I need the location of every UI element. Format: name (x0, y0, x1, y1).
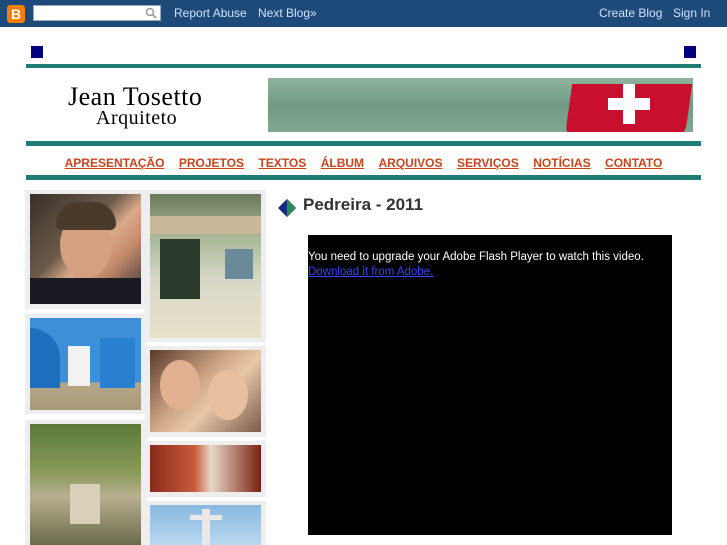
menu-textos[interactable]: TEXTOS (258, 152, 306, 174)
post-title[interactable]: Pedreira - 2011 (303, 195, 423, 215)
menu-noticias[interactable]: NOTÍCIAS (533, 152, 590, 174)
create-blog-link[interactable]: Create Blog (599, 6, 662, 20)
statue-photo-frame (145, 501, 266, 545)
menu-contato[interactable]: CONTATO (605, 152, 662, 174)
house-photo[interactable] (150, 194, 261, 338)
interior-photo[interactable] (150, 445, 261, 492)
building-photo-frame (25, 314, 147, 414)
profile-photo-frame (25, 190, 147, 309)
menu-servicos[interactable]: SERVIÇOS (457, 152, 519, 174)
menu-projetos[interactable]: PROJETOS (179, 152, 244, 174)
search-icon[interactable] (145, 7, 157, 19)
corner-square-left (31, 46, 43, 58)
house-photo-frame (145, 190, 266, 342)
profile-photo[interactable] (30, 194, 141, 304)
corner-square-right (684, 46, 696, 58)
search-input[interactable] (33, 5, 161, 21)
sign-in-link[interactable]: Sign In (673, 6, 710, 20)
site-subtitle: Arquiteto (96, 107, 178, 129)
menu-arquivos[interactable]: ARQUIVOS (379, 152, 443, 174)
interior-photo-frame (145, 441, 266, 497)
blogger-logo-icon[interactable]: B (7, 5, 25, 23)
statue-photo[interactable] (150, 505, 261, 545)
top-decor-bar (26, 44, 701, 60)
diamond-bullet-icon (278, 199, 296, 217)
flash-download-link[interactable]: Download it from Adobe. (308, 266, 433, 278)
teal-rule-header (26, 141, 701, 146)
report-abuse-link[interactable]: Report Abuse (174, 6, 247, 20)
next-blog-link[interactable]: Next Blog» (258, 6, 317, 20)
teal-rule-menu (26, 175, 701, 180)
garden-photo[interactable] (30, 424, 141, 545)
flash-upgrade-message: You need to upgrade your Adobe Flash Pla… (308, 251, 644, 263)
main-menu: APRESENTAÇÃO PROJETOS TEXTOS ÁLBUM ARQUI… (26, 152, 701, 174)
painting-photo-frame (145, 346, 266, 437)
painting-photo[interactable] (150, 350, 261, 432)
menu-apresentacao[interactable]: APRESENTAÇÃO (65, 152, 165, 174)
menu-album[interactable]: ÁLBUM (321, 152, 364, 174)
teal-rule-top (26, 64, 701, 68)
blogger-navbar: B Report Abuse Next Blog» Create Blog Si… (0, 0, 727, 27)
header-banner-image (268, 78, 693, 132)
garden-photo-frame (25, 420, 147, 545)
flash-video-player[interactable]: You need to upgrade your Adobe Flash Pla… (308, 235, 672, 535)
building-photo[interactable] (30, 318, 141, 410)
